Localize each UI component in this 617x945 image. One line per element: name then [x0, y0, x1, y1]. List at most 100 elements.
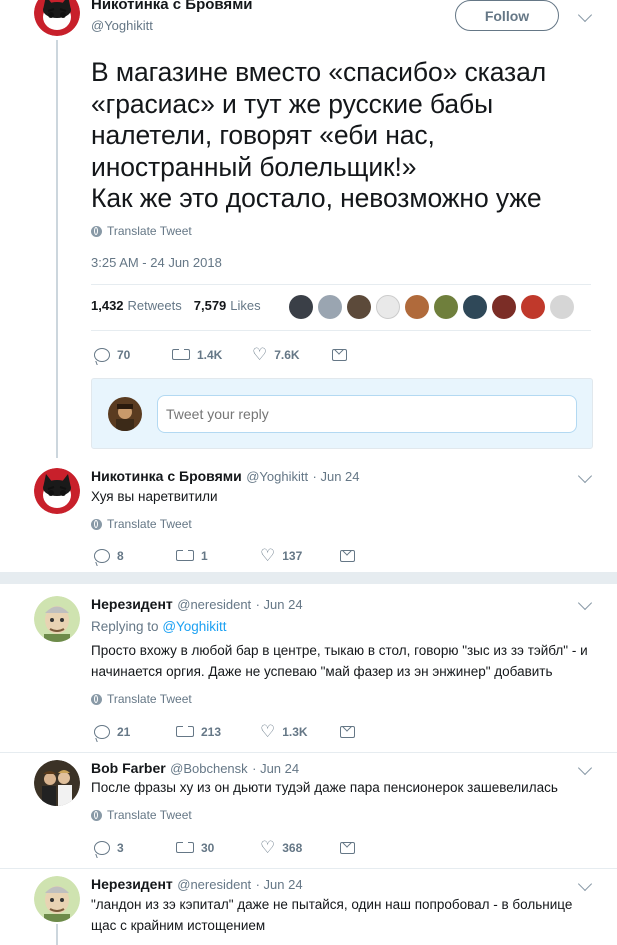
like-button[interactable]: ♡ 7.6K [252, 346, 332, 363]
reply-author-handle[interactable]: @Yoghikitt [246, 469, 308, 484]
chevron-down-icon[interactable] [577, 595, 593, 611]
reply-date[interactable]: · Jun 24 [256, 877, 303, 892]
translate-label: Translate Tweet [107, 224, 192, 238]
heart-icon: ♡ [252, 345, 268, 364]
reply-author-handle[interactable]: @neresident [177, 597, 251, 612]
reply-header: Нерезидент @neresident · Jun 24 [91, 596, 303, 614]
translate-link[interactable]: Translate Tweet [91, 224, 192, 238]
globe-icon [91, 518, 102, 530]
reply-avatar[interactable] [34, 760, 80, 806]
reply-avatar[interactable] [34, 876, 80, 922]
engagement-stats: 1,432 Retweets 7,579 Likes [91, 298, 261, 313]
liker-avatar[interactable] [318, 295, 342, 319]
current-user-avatar[interactable] [108, 397, 142, 431]
reply-icon [94, 724, 110, 739]
message-button[interactable] [340, 725, 355, 738]
divider [0, 868, 617, 869]
reply-button[interactable]: 8 [94, 548, 176, 563]
translate-link[interactable]: Translate Tweet [91, 808, 192, 822]
heart-icon: ♡ [260, 546, 276, 565]
reply-date[interactable]: · Jun 24 [256, 597, 303, 612]
retweet-count: 213 [201, 724, 222, 739]
author-avatar[interactable] [34, 0, 80, 36]
retweets-label[interactable]: Retweets [128, 298, 182, 313]
like-button[interactable]: ♡ 137 [260, 547, 340, 564]
liker-avatar[interactable] [405, 295, 429, 319]
retweet-count: 1.4K [197, 347, 223, 362]
retweet-button[interactable]: 30 [176, 840, 260, 855]
reply-icon [94, 840, 110, 855]
reply-avatar[interactable] [34, 596, 80, 642]
globe-icon [91, 225, 102, 237]
reply-author-name[interactable]: Bob Farber [91, 760, 166, 776]
reply-button[interactable]: 21 [94, 724, 176, 739]
message-button[interactable] [340, 549, 355, 562]
replying-to-label: Replying to [91, 619, 159, 634]
liker-avatar[interactable] [347, 295, 371, 319]
chevron-down-icon[interactable] [577, 760, 593, 776]
reply-header: Bob Farber @Bobchensk · Jun 24 [91, 760, 299, 778]
likes-label[interactable]: Likes [230, 298, 260, 313]
reply-count: 21 [117, 724, 131, 739]
retweet-icon [172, 347, 190, 360]
reply-date[interactable]: · Jun 24 [313, 469, 360, 484]
reply-text: Хуя вы наретвитили [91, 489, 218, 504]
chevron-down-icon[interactable] [577, 876, 593, 892]
translate-link[interactable]: Translate Tweet [91, 692, 192, 706]
tweet-timestamp[interactable]: 3:25 AM - 24 Jun 2018 [91, 255, 222, 270]
chevron-down-icon[interactable] [577, 468, 593, 484]
retweets-count[interactable]: 1,432 [91, 298, 124, 313]
author-handle[interactable]: @Yoghikitt [91, 18, 153, 33]
divider [91, 330, 591, 331]
reply-button[interactable]: 70 [94, 347, 172, 362]
author-name[interactable]: Никотинка с Бровями [91, 0, 253, 13]
liker-avatar[interactable] [376, 295, 400, 319]
message-button[interactable] [340, 841, 355, 854]
reply-button[interactable]: 3 [94, 840, 176, 855]
follow-button[interactable]: Follow [455, 0, 559, 31]
liker-avatar[interactable] [434, 295, 458, 319]
reply-actions: 3 30 ♡ 368 [94, 839, 355, 856]
like-button[interactable]: ♡ 1.3K [260, 723, 340, 740]
conversation-separator [0, 572, 617, 584]
thread-line [56, 924, 58, 945]
reply-count: 70 [117, 347, 131, 362]
translate-link[interactable]: Translate Tweet [91, 517, 192, 531]
reply-author-handle[interactable]: @Bobchensk [170, 761, 248, 776]
liker-avatar[interactable] [492, 295, 516, 319]
retweet-button[interactable]: 213 [176, 724, 260, 739]
liker-avatar[interactable] [550, 295, 574, 319]
reply-actions: 21 213 ♡ 1.3K [94, 723, 355, 740]
liker-avatar[interactable] [463, 295, 487, 319]
reply-text: После фразы ху из он дьюти тудэй даже па… [91, 780, 558, 795]
like-count: 137 [282, 548, 303, 563]
liker-avatar[interactable] [521, 295, 545, 319]
reply-author-name[interactable]: Никотинка с Бровями [91, 468, 242, 484]
reply-input[interactable] [157, 395, 577, 433]
like-count: 368 [282, 840, 303, 855]
retweet-button[interactable]: 1 [176, 548, 260, 563]
retweet-icon [176, 724, 194, 737]
chevron-down-icon[interactable] [577, 7, 593, 23]
likes-count[interactable]: 7,579 [194, 298, 227, 313]
reply-icon [94, 347, 110, 362]
retweet-count: 1 [201, 548, 208, 563]
divider [0, 752, 617, 753]
like-button[interactable]: ♡ 368 [260, 839, 340, 856]
message-button[interactable] [332, 348, 347, 361]
reply-composer [91, 378, 593, 449]
replying-to-handle[interactable]: @Yoghikitt [162, 619, 226, 634]
mail-icon [340, 841, 355, 854]
mail-icon [332, 348, 347, 361]
liker-avatar[interactable] [289, 295, 313, 319]
reply-count: 3 [117, 840, 124, 855]
reply-date[interactable]: · Jun 24 [252, 761, 299, 776]
like-count: 1.3K [282, 724, 308, 739]
reply-avatar[interactable] [34, 468, 80, 514]
translate-label: Translate Tweet [107, 692, 192, 706]
mail-icon [340, 725, 355, 738]
reply-author-name[interactable]: Нерезидент [91, 876, 173, 892]
retweet-button[interactable]: 1.4K [172, 347, 252, 362]
reply-author-name[interactable]: Нерезидент [91, 596, 173, 612]
reply-author-handle[interactable]: @neresident [177, 877, 251, 892]
